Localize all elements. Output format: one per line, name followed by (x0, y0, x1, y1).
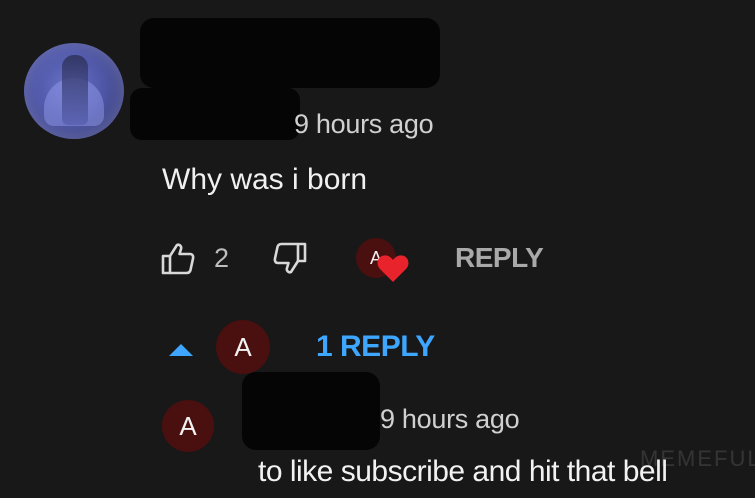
view-replies-toggle[interactable]: A 1 REPLY (164, 318, 454, 376)
caret-up-icon (169, 344, 193, 356)
reply-author-avatar-letter: A (179, 410, 197, 441)
redacted-reply-username (242, 372, 380, 450)
dislike-icon (273, 242, 307, 274)
replier-avatar-small: A (216, 320, 270, 374)
avatar-figure-head (62, 55, 88, 125)
like-button[interactable] (160, 241, 196, 277)
creator-heart: A (356, 236, 412, 288)
reply-button[interactable]: REPLY (455, 242, 544, 274)
heart-icon (377, 255, 409, 282)
comment-text: Why was i born (162, 163, 368, 196)
reply-text: to like subscribe and hit that bell (258, 455, 668, 488)
like-icon (161, 243, 195, 275)
redacted-username-extra (130, 88, 300, 140)
watermark: MEMEFUL (640, 446, 755, 471)
replier-avatar-small-letter: A (234, 331, 252, 362)
commenter-avatar[interactable] (24, 43, 124, 139)
reply-author-avatar[interactable]: A (162, 400, 214, 452)
reply-timestamp[interactable]: 9 hours ago (380, 404, 520, 435)
replies-count-label: 1 REPLY (316, 330, 435, 363)
comment-timestamp[interactable]: 9 hours ago (294, 109, 434, 140)
redacted-username (140, 18, 440, 88)
like-count: 2 (214, 243, 230, 273)
dislike-button[interactable] (272, 240, 308, 276)
